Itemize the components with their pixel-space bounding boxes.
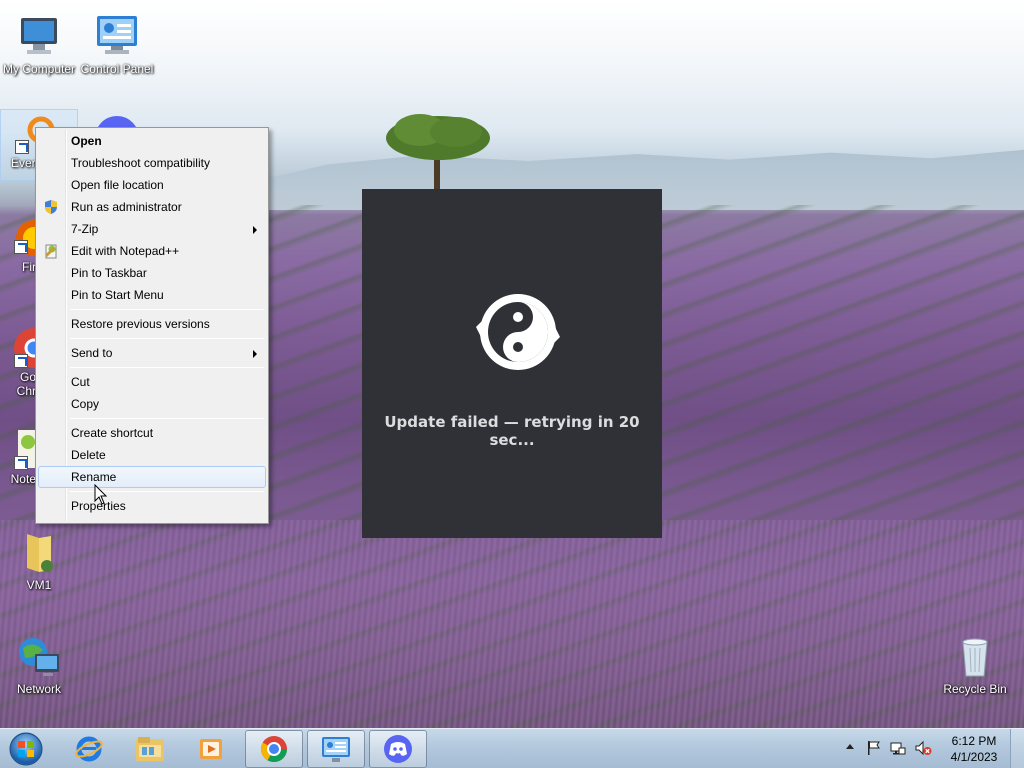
desktop-icon-label: My Computer (2, 62, 76, 76)
discord-icon (384, 735, 412, 763)
discord-updater-window: Update failed — retrying in 20 sec... (362, 189, 662, 538)
desktop-icon-label: Go (19, 370, 36, 384)
menu-item-run-as-administrator[interactable]: Run as administrator (38, 196, 266, 218)
menu-item-7-zip[interactable]: 7-Zip (38, 218, 266, 240)
menu-item-label: Delete (71, 448, 106, 462)
clock-time: 6:12 PM (951, 734, 997, 748)
wallpaper-tree (386, 114, 490, 194)
menu-separator (70, 309, 264, 310)
submenu-arrow-icon (253, 350, 257, 358)
clock-date: 4/1/2023 (950, 750, 998, 764)
shortcut-arrow-icon (14, 240, 28, 254)
volume-muted-icon[interactable] (914, 740, 932, 756)
menu-item-label: Send to (71, 346, 113, 360)
desktop-icon-label: Network (16, 682, 61, 696)
menu-item-label: Pin to Start Menu (71, 288, 164, 302)
wallpaper-lavender-foreground (0, 520, 1024, 728)
menu-item-troubleshoot-compatibility[interactable]: Troubleshoot compatibility (38, 152, 266, 174)
notepad-plus-plus-icon (0, 428, 36, 472)
mouse-cursor-icon (94, 484, 108, 505)
desktop-icon-control-panel[interactable]: Control Panel (78, 8, 156, 76)
media-player-icon (200, 739, 222, 759)
taskbar-internet-explorer[interactable] (60, 730, 118, 768)
taskbar-file-explorer[interactable] (121, 730, 179, 768)
menu-item-create-shortcut[interactable]: Create shortcut (38, 422, 266, 444)
notepad-plus-plus-icon (43, 243, 59, 259)
menu-item-label: 7-Zip (71, 222, 99, 236)
shortcut-arrow-icon (14, 456, 28, 470)
desktop-icon-label: Recycle Bin (943, 682, 1007, 696)
control-panel-icon (93, 12, 141, 60)
start-button[interactable] (6, 731, 46, 767)
desktop-icon-my-computer[interactable]: My Computer (0, 8, 78, 76)
desktop-icon-label: VM1 (26, 578, 52, 592)
show-hidden-icons-chevron-icon[interactable] (846, 744, 854, 749)
show-desktop-button[interactable] (1010, 729, 1024, 768)
menu-item-label: Cut (71, 375, 90, 389)
recycle-bin-icon (951, 632, 999, 680)
firefox-icon (0, 220, 52, 260)
desktop-icon-network[interactable]: Network (0, 628, 78, 696)
network-icon (15, 632, 63, 680)
menu-item-edit-with-notepad-plus-plus[interactable]: Edit with Notepad++ (38, 240, 266, 262)
menu-item-pin-to-start-menu[interactable]: Pin to Start Menu (38, 284, 266, 306)
taskbar-control-panel[interactable] (307, 730, 365, 768)
taskbar-clock[interactable]: 6:12 PM 4/1/2023 (942, 733, 1006, 765)
desktop-icon-label: Note (10, 472, 36, 486)
menu-item-copy[interactable]: Copy (38, 393, 266, 415)
shortcut-arrow-icon (14, 354, 28, 368)
taskbar-media-player[interactable] (182, 730, 240, 768)
desktop-icon-notepad-plus-plus[interactable]: Note (0, 424, 36, 486)
discord-logo-icon (476, 294, 560, 370)
desktop-icon-label: Chr (16, 384, 36, 398)
menu-item-label: Pin to Taskbar (71, 266, 147, 280)
menu-item-label: Open file location (71, 178, 164, 192)
context-menu: Open Troubleshoot compatibility Open fil… (35, 127, 269, 524)
desktop-icon-google-chrome[interactable]: Go Chr (0, 320, 54, 398)
menu-item-label: Edit with Notepad++ (71, 244, 180, 258)
desktop-icon-vm1[interactable]: VM1 (0, 524, 78, 592)
internet-explorer-icon (75, 736, 103, 762)
system-tray (842, 729, 942, 768)
menu-item-label: Open (71, 134, 102, 148)
menu-separator (70, 418, 264, 419)
computer-icon (15, 12, 63, 60)
menu-item-label: Restore previous versions (71, 317, 210, 331)
menu-item-restore-previous-versions[interactable]: Restore previous versions (38, 313, 266, 335)
menu-item-pin-to-taskbar[interactable]: Pin to Taskbar (38, 262, 266, 284)
uac-shield-icon (43, 199, 59, 215)
control-panel-icon (322, 737, 350, 762)
menu-separator (70, 367, 264, 368)
menu-item-label: Create shortcut (71, 426, 154, 440)
menu-item-cut[interactable]: Cut (38, 371, 266, 393)
desktop-icon-label: Control Panel (80, 62, 154, 76)
taskbar-discord[interactable] (369, 730, 427, 768)
chrome-icon (260, 736, 288, 763)
menu-item-label: Rename (71, 470, 117, 484)
taskbar: 6:12 PM 4/1/2023 (0, 728, 1024, 768)
menu-item-send-to[interactable]: Send to (38, 342, 266, 364)
submenu-arrow-icon (253, 226, 257, 234)
desktop-icon-label: Fir (22, 260, 36, 274)
shortcut-arrow-icon (15, 140, 29, 154)
desktop-icon-firefox[interactable]: Fir (0, 216, 52, 274)
menu-item-label: Run as administrator (71, 200, 182, 214)
menu-item-open[interactable]: Open (38, 130, 266, 152)
menu-item-label: Troubleshoot compatibility (71, 156, 210, 170)
menu-separator (70, 338, 264, 339)
network-status-icon[interactable] (890, 740, 906, 756)
menu-item-rename[interactable]: Rename (38, 466, 266, 488)
file-explorer-icon (136, 737, 164, 761)
action-center-flag-icon[interactable] (866, 740, 882, 756)
menu-item-label: Copy (71, 397, 100, 411)
desktop-icon-recycle-bin[interactable]: Recycle Bin (936, 628, 1014, 696)
update-status-message: Update failed — retrying in 20 sec... (384, 413, 640, 449)
menu-item-delete[interactable]: Delete (38, 444, 266, 466)
taskbar-google-chrome[interactable] (245, 730, 303, 768)
folder-icon (15, 528, 63, 576)
chrome-icon (0, 324, 54, 370)
menu-item-properties[interactable]: Properties (38, 495, 266, 517)
menu-item-open-file-location[interactable]: Open file location (38, 174, 266, 196)
windows-logo-icon (9, 732, 43, 766)
